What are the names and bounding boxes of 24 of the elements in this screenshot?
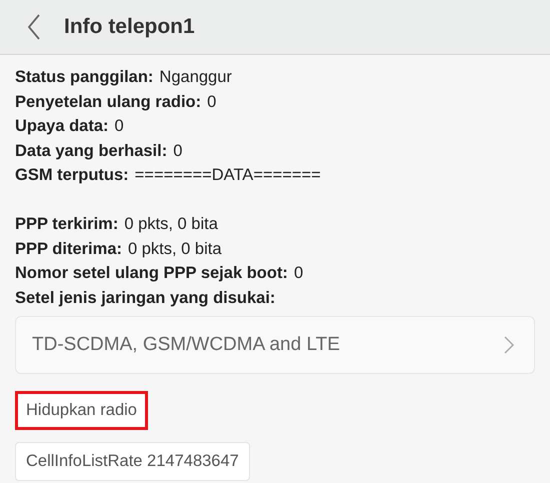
info-label: Setel jenis jaringan yang disukai: (15, 288, 276, 309)
screen-title: Info telepon1 (64, 15, 195, 39)
info-label: PPP terkirim: (15, 214, 118, 235)
action-button[interactable]: CellInfoListRate 2147483647 (15, 442, 250, 482)
info-value: 0 pkts, 0 bita (128, 238, 222, 260)
info-value: 0 (207, 92, 216, 113)
info-value: Nganggur (159, 67, 232, 88)
info-label: Data yang berhasil: (15, 140, 168, 162)
info-value: 0 (294, 263, 304, 284)
network-type-select[interactable]: TD-SCDMA, GSM/WCDMA and LTE (15, 316, 535, 374)
info-value: ========DATA======= (134, 165, 321, 186)
info-value: 0 (114, 116, 124, 138)
info-label: PPP diterima: (15, 238, 122, 260)
back-icon (27, 14, 41, 40)
info-value: 0 pkts, 0 bita (124, 214, 218, 235)
action-button[interactable]: Hidupkan radio (15, 391, 148, 430)
info-label: Status panggilan: (15, 67, 154, 88)
info-label: Penyetelan ulang radio: (15, 92, 202, 113)
info-label: Nomor setel ulang PPP sejak boot: (15, 263, 288, 284)
chevron-right-icon (504, 336, 514, 354)
info-label: GSM terputus: (15, 165, 129, 186)
info-label: Upaya data: (15, 116, 109, 138)
info-value: 0 (173, 140, 182, 162)
back-button[interactable] (26, 13, 42, 41)
